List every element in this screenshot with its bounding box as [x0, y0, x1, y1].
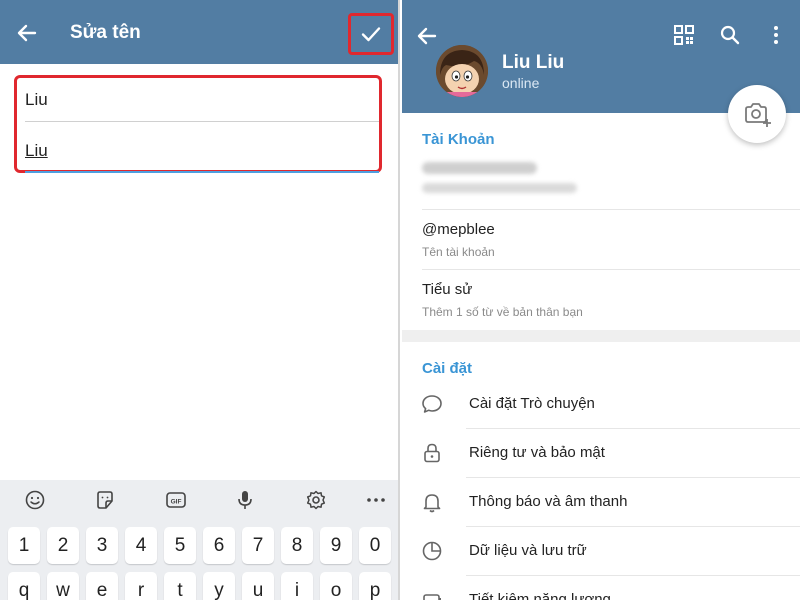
key-w[interactable]: w — [47, 572, 79, 600]
avatar[interactable] — [436, 45, 488, 97]
power-saving-label: Tiết kiệm năng lượng — [469, 591, 611, 600]
username-caption: Tên tài khoản — [422, 245, 495, 259]
gif-label: GIF — [171, 498, 182, 505]
key-t[interactable]: t — [164, 572, 196, 600]
chat-settings-item[interactable]: Cài đặt Trò chuyện — [402, 380, 800, 429]
chat-bubble-icon — [422, 395, 442, 413]
keyboard-toolbar: GIF — [0, 480, 398, 520]
key-o[interactable]: o — [320, 572, 352, 600]
keyboard: GIF 1 2 3 4 5 6 7 8 9 0 q w e r t y u i … — [0, 480, 398, 600]
notifications-sounds-item[interactable]: Thông báo và âm thanh — [402, 478, 800, 527]
bell-icon — [423, 494, 441, 513]
more-options-button[interactable] — [764, 23, 788, 47]
key-6[interactable]: 6 — [203, 527, 235, 564]
blurred-phone-number — [422, 162, 537, 174]
sticker-button[interactable] — [93, 488, 117, 512]
check-icon — [361, 27, 381, 42]
key-u[interactable]: u — [242, 572, 274, 600]
name-fields-group: Liu Liu — [14, 75, 382, 173]
key-1[interactable]: 1 — [8, 527, 40, 564]
key-0[interactable]: 0 — [359, 527, 391, 564]
back-button[interactable] — [414, 23, 440, 49]
search-icon — [720, 25, 740, 45]
bio-title: Tiểu sử — [422, 281, 473, 298]
key-y[interactable]: y — [203, 572, 235, 600]
key-8[interactable]: 8 — [281, 527, 313, 564]
avatar-image — [436, 45, 488, 97]
more-vertical-icon — [774, 26, 778, 44]
gif-button[interactable]: GIF — [164, 488, 188, 512]
bio-caption: Thêm 1 số từ về bản thân bạn — [422, 305, 583, 319]
voice-input-button[interactable] — [233, 488, 257, 512]
settings-section-title: Cài đặt — [422, 360, 473, 377]
sticker-icon — [97, 491, 113, 509]
last-name-field[interactable]: Liu — [25, 133, 379, 173]
more-button[interactable] — [364, 488, 388, 512]
data-storage-label: Dữ liệu và lưu trữ — [469, 542, 587, 559]
key-r[interactable]: r — [125, 572, 157, 600]
power-saving-item[interactable]: Tiết kiệm năng lượng — [402, 576, 800, 600]
profile-screen: Liu Liu online Tài Khoản @mepblee Tên tà… — [402, 0, 800, 600]
key-7[interactable]: 7 — [242, 527, 274, 564]
key-p[interactable]: p — [359, 572, 391, 600]
section-separator — [402, 330, 800, 342]
bio-row[interactable]: Tiểu sử Thêm 1 số từ về bản thân bạn — [402, 270, 800, 330]
username-value: @mepblee — [422, 221, 495, 238]
key-2[interactable]: 2 — [47, 527, 79, 564]
first-name-value: Liu — [25, 90, 48, 109]
chat-settings-label: Cài đặt Trò chuyện — [469, 395, 595, 412]
settings-icon — [306, 490, 326, 510]
arrow-left-icon — [417, 27, 437, 45]
emoji-button[interactable] — [23, 488, 47, 512]
search-button[interactable] — [718, 23, 742, 47]
key-3[interactable]: 3 — [86, 527, 118, 564]
lock-icon — [424, 443, 440, 463]
blurred-phone-caption — [422, 183, 577, 193]
mic-icon — [238, 491, 252, 509]
last-name-value: Liu — [25, 141, 48, 160]
back-button[interactable] — [14, 20, 40, 46]
privacy-security-label: Riêng tư và bảo mật — [469, 444, 605, 461]
gif-icon: GIF — [166, 492, 186, 508]
key-5[interactable]: 5 — [164, 527, 196, 564]
username-row[interactable]: @mepblee Tên tài khoản — [402, 210, 800, 270]
done-button[interactable] — [348, 13, 394, 55]
key-e[interactable]: e — [86, 572, 118, 600]
key-4[interactable]: 4 — [125, 527, 157, 564]
edit-name-screen: Sửa tên Liu Liu GIF 1 2 3 4 5 6 7 8 9 0 … — [0, 0, 400, 600]
more-icon — [367, 498, 385, 502]
key-i[interactable]: i — [281, 572, 313, 600]
profile-status: online — [502, 75, 540, 91]
qr-code-icon — [674, 25, 694, 45]
letter-key-row: q w e r t y u i o p — [6, 572, 394, 600]
key-q[interactable]: q — [8, 572, 40, 600]
number-key-row: 1 2 3 4 5 6 7 8 9 0 — [6, 527, 394, 565]
arrow-left-icon — [17, 24, 37, 42]
qr-code-button[interactable] — [672, 23, 696, 47]
phone-number-row[interactable] — [402, 152, 800, 210]
keyboard-settings-button[interactable] — [304, 488, 328, 512]
battery-icon — [423, 594, 441, 600]
camera-add-icon — [745, 103, 771, 127]
profile-name: Liu Liu — [502, 52, 565, 73]
edit-name-header: Sửa tên — [0, 0, 398, 64]
privacy-security-item[interactable]: Riêng tư và bảo mật — [402, 429, 800, 478]
set-photo-button[interactable] — [728, 85, 786, 143]
pie-chart-icon — [422, 541, 442, 561]
key-9[interactable]: 9 — [320, 527, 352, 564]
page-title: Sửa tên — [70, 22, 141, 43]
emoji-icon — [25, 490, 45, 510]
account-section-title: Tài Khoản — [422, 131, 495, 148]
notifications-sounds-label: Thông báo và âm thanh — [469, 493, 628, 510]
first-name-field[interactable]: Liu — [25, 82, 379, 122]
data-storage-item[interactable]: Dữ liệu và lưu trữ — [402, 527, 800, 576]
